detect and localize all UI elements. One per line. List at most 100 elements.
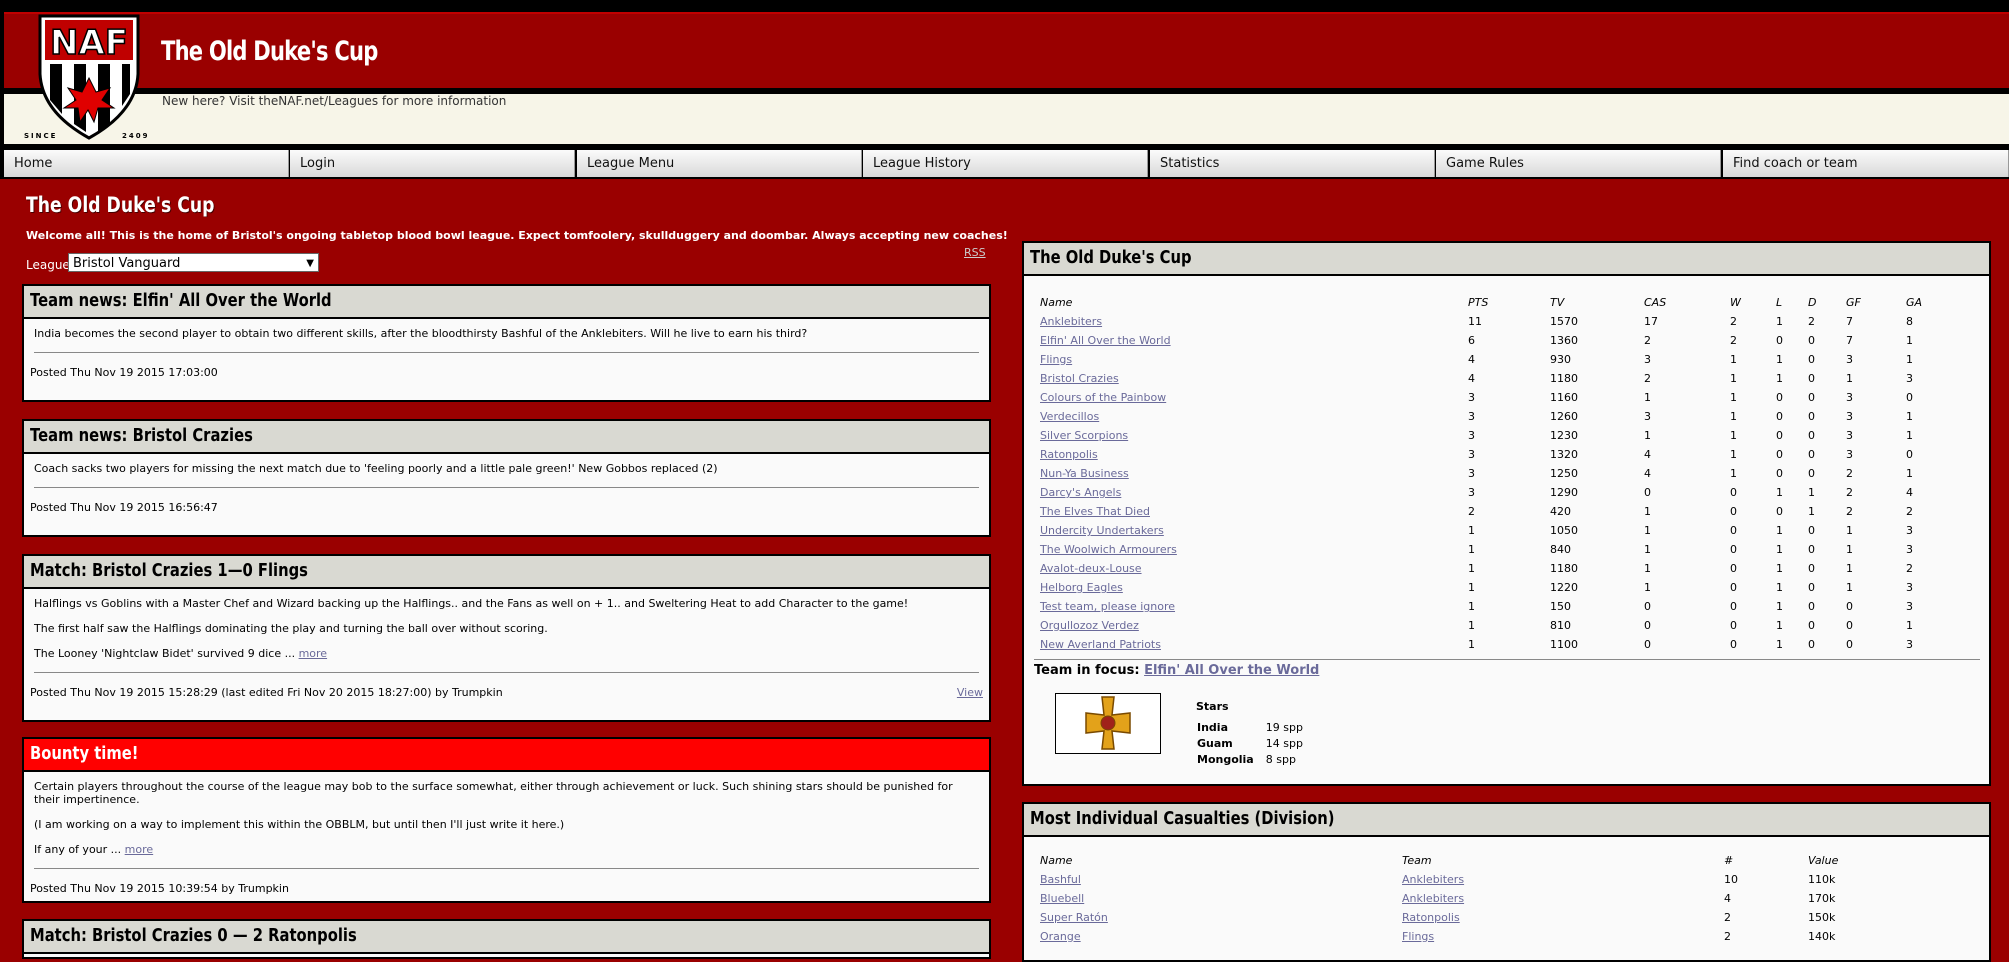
news-body: Coach sacks two players for missing the … [24, 454, 989, 488]
table-cell: The Elves That Died [1040, 502, 1468, 521]
table-cell: Anklebiters [1402, 870, 1724, 889]
table-cell: 2 [1808, 315, 1815, 328]
naf-logo[interactable]: NAF SINCE 2409 [18, 14, 158, 140]
table-header-row: Name Team # Value [1040, 851, 1990, 870]
row-link[interactable]: Elfin' All Over the World [1040, 334, 1171, 347]
team-link[interactable]: Flings [1402, 930, 1434, 943]
column-header[interactable]: GF [1846, 293, 1906, 312]
row-link[interactable]: Test team, please ignore [1040, 600, 1175, 613]
news-item: Team news: Elfin' All Over the World Ind… [22, 284, 991, 402]
table-cell: 0 [1808, 353, 1815, 366]
news-paragraph: (I am working on a way to implement this… [34, 818, 565, 831]
more-link[interactable]: more [125, 843, 154, 856]
table-cell: 1 [1776, 315, 1783, 328]
news-title[interactable]: Team news: Bristol Crazies [24, 421, 989, 454]
nav-login[interactable]: Login [290, 150, 575, 177]
news-item: Match: Bristol Crazies 0 — 2 Ratonpolis [22, 919, 991, 959]
nav-league-menu[interactable]: League Menu [577, 150, 862, 177]
row-link[interactable]: Super Ratón [1040, 911, 1108, 924]
table-cell: 3 [1906, 581, 1913, 594]
column-header[interactable]: L [1776, 293, 1808, 312]
nav-league-history[interactable]: League History [863, 150, 1148, 177]
column-header[interactable]: PTS [1468, 293, 1550, 312]
table-cell: 150k [1808, 911, 1836, 924]
news-title[interactable]: Team news: Elfin' All Over the World [24, 286, 989, 319]
table-cell: 1 [1730, 448, 1737, 461]
table-cell: 1 [1730, 467, 1737, 480]
row-link[interactable]: Orange [1040, 930, 1081, 943]
table-cell: 2 [1906, 562, 1913, 575]
rss-link[interactable]: RSS [964, 246, 986, 259]
column-header[interactable]: # [1724, 851, 1808, 870]
table-cell: 1 [1468, 562, 1475, 575]
column-header[interactable]: Team [1402, 851, 1724, 870]
more-link[interactable]: more [299, 647, 328, 660]
row-link[interactable]: Ratonpolis [1040, 448, 1098, 461]
table-cell: 3 [1468, 467, 1475, 480]
column-header[interactable]: D [1808, 293, 1846, 312]
table-cell: 0 [1846, 600, 1853, 613]
table-cell: 2 [1906, 505, 1913, 518]
column-header[interactable]: Value [1808, 851, 1990, 870]
table-cell: 1100 [1550, 638, 1578, 651]
column-header[interactable]: GA [1906, 293, 1990, 312]
row-link[interactable]: Orgullozoz Verdez [1040, 619, 1139, 632]
table-row: Test team, please ignore 1 150 0 0 1 0 0 3 [1040, 597, 1990, 616]
team-link[interactable]: Anklebiters [1402, 873, 1464, 886]
table-cell: 1 [1906, 410, 1913, 423]
row-link[interactable]: Flings [1040, 353, 1072, 366]
table-cell: 2 [1846, 505, 1853, 518]
column-header[interactable]: Name [1040, 293, 1468, 312]
nav-statistics[interactable]: Statistics [1150, 150, 1435, 177]
news-body: Certain players throughout the course of… [24, 772, 989, 869]
table-cell: Anklebiters [1402, 889, 1724, 908]
table-cell: The Woolwich Armourers [1040, 540, 1468, 559]
news-title[interactable]: Bounty time! [24, 739, 989, 772]
table-cell: 4 [1644, 448, 1651, 461]
table-cell: Anklebiters [1040, 312, 1468, 331]
view-link[interactable]: View [957, 686, 983, 699]
column-header[interactable]: CAS [1644, 293, 1730, 312]
table-cell: 1180 [1550, 562, 1578, 575]
table-row: The Woolwich Armourers 1 840 1 0 1 0 1 3 [1040, 540, 1990, 559]
news-title[interactable]: Match: Bristol Crazies 1—0 Flings [24, 556, 989, 589]
table-cell: Bristol Crazies [1040, 369, 1468, 388]
row-link[interactable]: Avalot-deux-Louse [1040, 562, 1142, 575]
team-link[interactable]: Ratonpolis [1402, 911, 1460, 924]
star-spp: 14 spp [1265, 736, 1303, 750]
row-link[interactable]: The Woolwich Armourers [1040, 543, 1177, 556]
row-link[interactable]: Anklebiters [1040, 315, 1102, 328]
row-link[interactable]: Darcy's Angels [1040, 486, 1121, 499]
league-select[interactable]: Bristol Vanguard ▼ [68, 253, 319, 272]
row-link[interactable]: Bristol Crazies [1040, 372, 1119, 385]
column-header[interactable]: TV [1550, 293, 1644, 312]
column-header[interactable]: Name [1040, 851, 1402, 870]
nav-game-rules[interactable]: Game Rules [1436, 150, 1721, 177]
row-link[interactable]: Colours of the Painbow [1040, 391, 1166, 404]
table-cell: 0 [1644, 600, 1651, 613]
row-link[interactable]: Verdecillos [1040, 410, 1099, 423]
table-cell: 0 [1730, 524, 1737, 537]
page-title: The Old Duke's Cup [26, 193, 215, 217]
news-paragraph: Halflings vs Goblins with a Master Chef … [34, 597, 909, 610]
table-cell: 1 [1776, 562, 1783, 575]
team-link[interactable]: Anklebiters [1402, 892, 1464, 905]
table-row: Undercity Undertakers 1 1050 1 0 1 0 1 3 [1040, 521, 1990, 540]
table-cell: 3 [1906, 524, 1913, 537]
row-link[interactable]: New Averland Patriots [1040, 638, 1161, 651]
row-link[interactable]: Silver Scorpions [1040, 429, 1128, 442]
row-link[interactable]: Nun-Ya Business [1040, 467, 1129, 480]
column-header[interactable]: W [1730, 293, 1776, 312]
table-cell: 1 [1776, 619, 1783, 632]
table-cell: Colours of the Painbow [1040, 388, 1468, 407]
row-link[interactable]: Helborg Eagles [1040, 581, 1123, 594]
nav-home[interactable]: Home [4, 150, 289, 177]
news-paragraph: Coach sacks two players for missing the … [34, 462, 718, 475]
row-link[interactable]: Bluebell [1040, 892, 1084, 905]
focus-team-link[interactable]: Elfin' All Over the World [1144, 663, 1319, 678]
row-link[interactable]: Undercity Undertakers [1040, 524, 1164, 537]
row-link[interactable]: Bashful [1040, 873, 1081, 886]
nav-find-coach[interactable]: Find coach or team [1723, 150, 2009, 177]
news-title[interactable]: Match: Bristol Crazies 0 — 2 Ratonpolis [24, 921, 989, 954]
row-link[interactable]: The Elves That Died [1040, 505, 1150, 518]
